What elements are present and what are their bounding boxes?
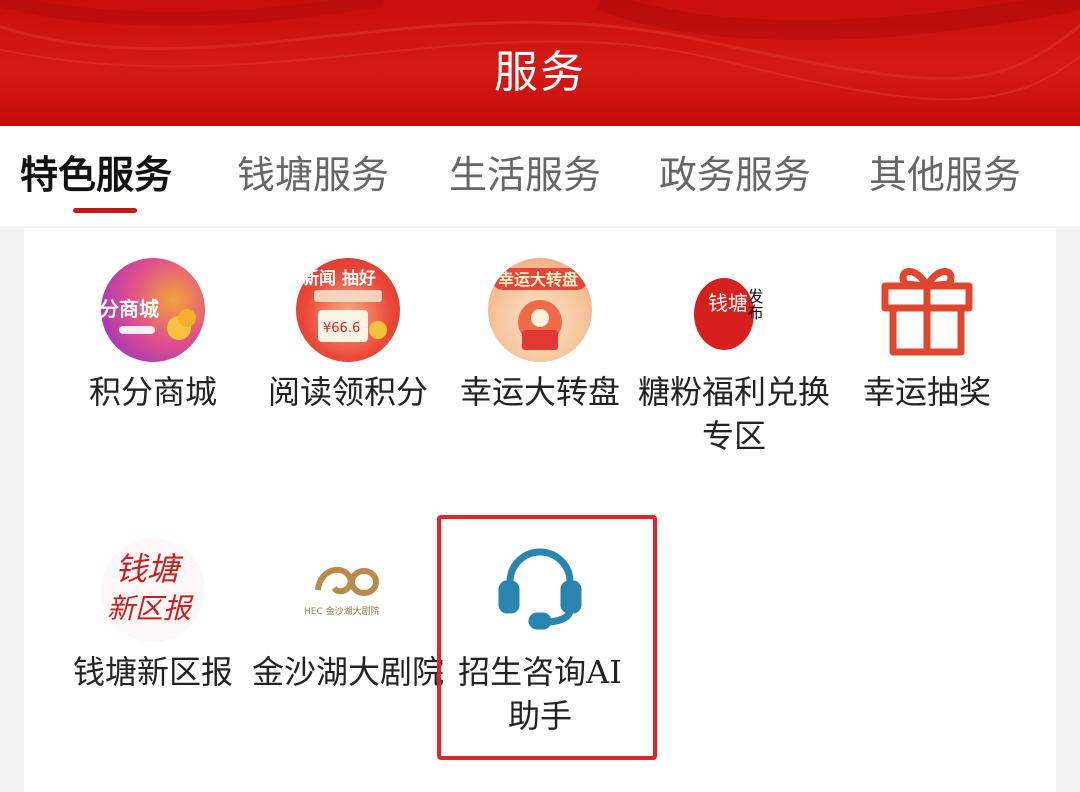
lucky-wheel-icon: 幸运大转盘 bbox=[488, 258, 592, 362]
svg-text:¥66.6: ¥66.6 bbox=[323, 321, 360, 336]
service-label: 积分商城 bbox=[88, 373, 217, 411]
tab-qiantang-services[interactable]: 钱塘服务 bbox=[237, 144, 389, 199]
svg-text:钱塘: 钱塘 bbox=[115, 550, 184, 588]
service-label: 阅读领积分 bbox=[267, 373, 428, 411]
service-item-lucky-draw[interactable]: 幸运抽奖 bbox=[830, 258, 1024, 414]
points-mall-icon: 分商城 bbox=[101, 258, 205, 362]
theater-logo-icon: HEC 金沙湖大剧院 bbox=[296, 538, 400, 642]
tab-featured-services[interactable]: 特色服务 bbox=[20, 144, 172, 199]
service-label: 幸运抽奖 bbox=[862, 373, 991, 411]
welfare-exchange-icon: 钱塘 发布 bbox=[682, 258, 786, 362]
service-item-welfare-exchange[interactable]: 钱塘 发布 糖粉福利兑换专区 bbox=[637, 258, 831, 458]
service-label: 钱塘新区报 bbox=[72, 653, 233, 691]
tab-life-services[interactable]: 生活服务 bbox=[449, 144, 601, 199]
tab-government-services[interactable]: 政务服务 bbox=[659, 144, 811, 199]
page-title: 服务 bbox=[494, 47, 586, 98]
app-header: 服务 bbox=[0, 0, 1080, 126]
qiantang-newspaper-icon: 钱塘 新区报 bbox=[101, 538, 205, 642]
service-item-qiantang-newspaper[interactable]: 钱塘 新区报 钱塘新区报 bbox=[56, 538, 250, 694]
service-item-points-mall[interactable]: 分商城 积分商城 bbox=[56, 258, 250, 414]
svg-text:新区报: 新区报 bbox=[107, 592, 194, 625]
service-tab-bar: 特色服务 钱塘服务 生活服务 政务服务 其他服务 bbox=[0, 126, 1080, 226]
svg-text:新闻 抽好: 新闻 抽好 bbox=[302, 268, 376, 289]
service-label: 金沙湖大剧院 bbox=[251, 653, 444, 691]
service-label: 糖粉福利兑换专区 bbox=[637, 373, 830, 455]
svg-text:发布: 发布 bbox=[745, 288, 764, 320]
tab-other-services[interactable]: 其他服务 bbox=[869, 144, 1021, 199]
service-label: 幸运大转盘 bbox=[459, 373, 620, 411]
read-points-icon: 新闻 抽好 ¥66.6 bbox=[296, 258, 400, 362]
svg-text:幸运大转盘: 幸运大转盘 bbox=[498, 270, 578, 289]
gift-box-icon bbox=[875, 258, 979, 362]
service-item-lucky-wheel[interactable]: 幸运大转盘 幸运大转盘 bbox=[443, 258, 637, 414]
svg-text:HEC 金沙湖大剧院: HEC 金沙湖大剧院 bbox=[304, 605, 380, 617]
svg-text:分商城: 分商城 bbox=[101, 297, 159, 321]
service-item-read-points[interactable]: 新闻 抽好 ¥66.6 阅读领积分 bbox=[251, 258, 445, 414]
svg-text:钱塘: 钱塘 bbox=[708, 291, 748, 315]
highlight-box bbox=[437, 515, 657, 760]
service-item-jinshahu-theater[interactable]: HEC 金沙湖大剧院 金沙湖大剧院 bbox=[251, 538, 445, 694]
active-tab-indicator bbox=[73, 208, 137, 213]
